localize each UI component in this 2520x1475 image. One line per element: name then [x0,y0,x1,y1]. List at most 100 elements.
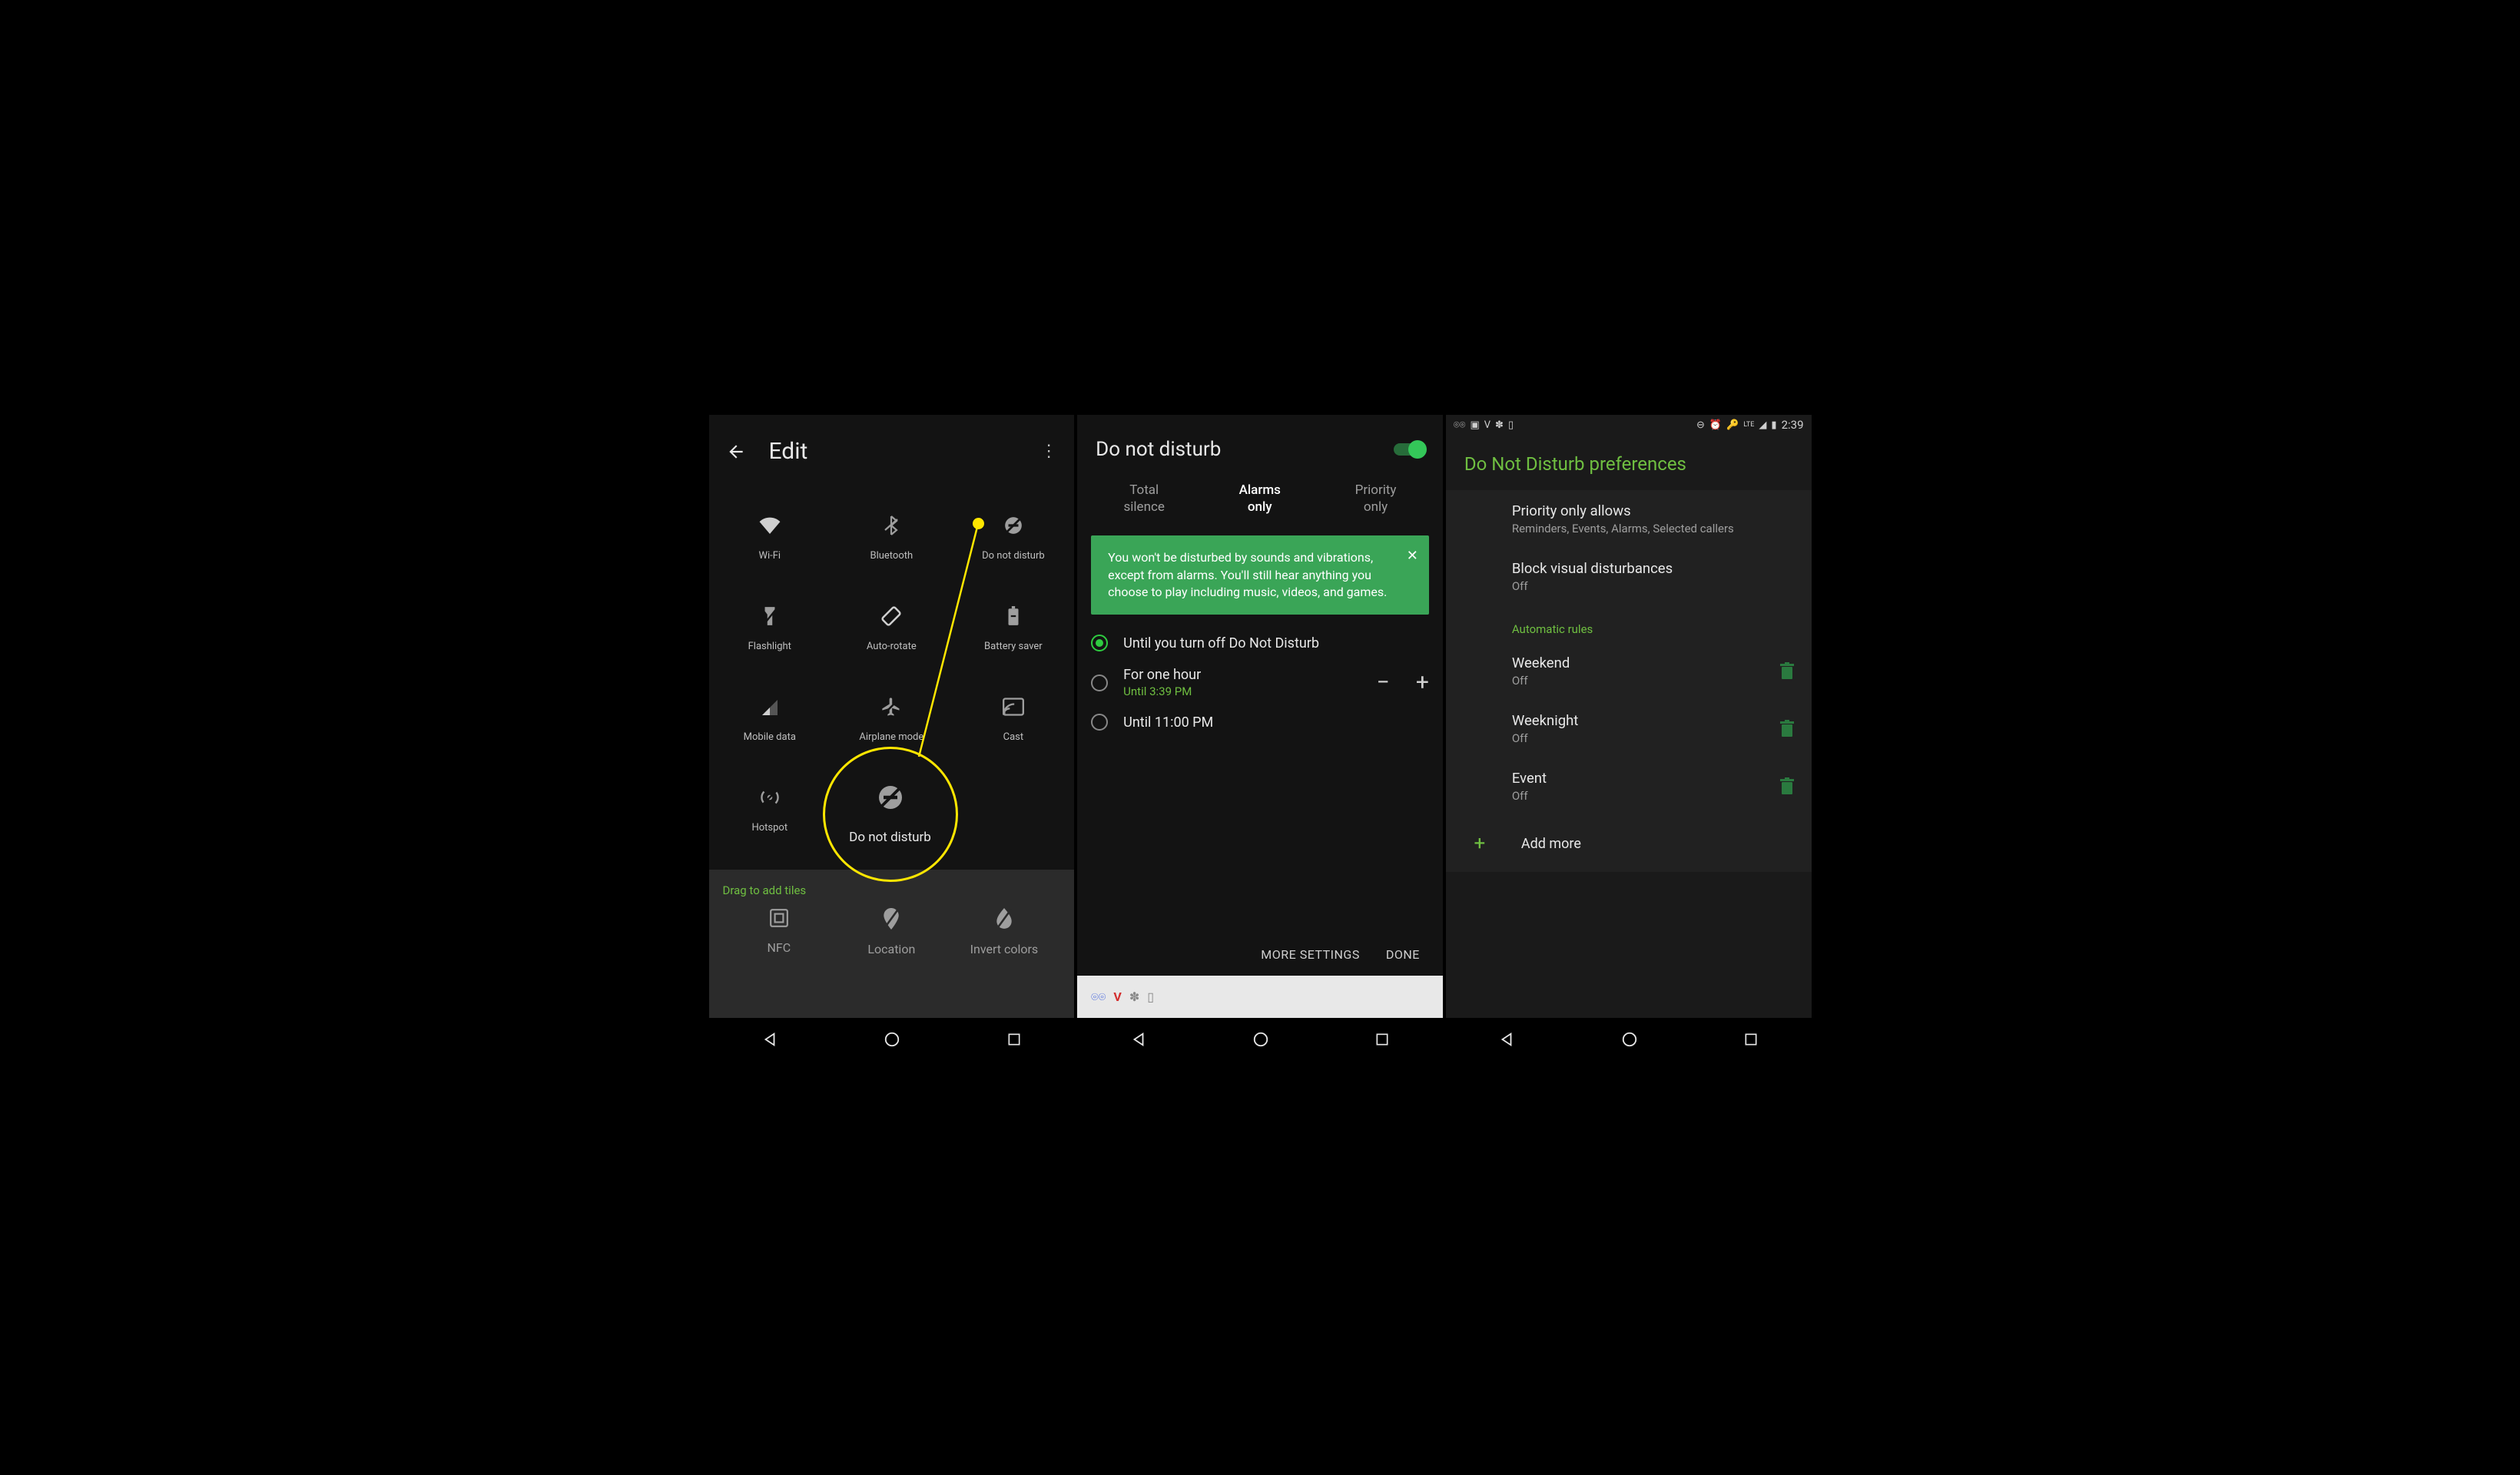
nav-back-icon[interactable] [761,1031,778,1048]
tab-alarms-only[interactable]: Alarmsonly [1232,479,1288,519]
radio-icon [1091,635,1108,651]
sim-icon: ▯ [1147,989,1154,1004]
nav-recent-icon[interactable] [1006,1032,1022,1047]
option-until-off[interactable]: Until you turn off Do Not Disturb [1091,627,1429,659]
action-row: MORE SETTINGS DONE [1077,933,1443,976]
nav-back-icon[interactable] [1498,1031,1515,1048]
close-icon[interactable]: ✕ [1407,546,1418,565]
voicemail-icon: ⌾⌾ [1454,419,1466,431]
tab-total-silence[interactable]: Totalsilence [1116,479,1172,519]
tile-label: Battery saver [984,641,1043,652]
option-label: For one hour [1123,667,1201,683]
tile-grid: Wi-Fi Bluetooth Do not disturb Flashligh… [709,488,1075,870]
tile-label: Auto-rotate [867,641,917,652]
tile-label: Wi-Fi [758,550,781,562]
drag-to-add-section: Drag to add tiles NFC Location Invert co… [709,870,1075,1018]
tile-wifi[interactable]: Wi-Fi [709,492,831,582]
nav-home-icon[interactable] [1252,1031,1269,1048]
tile-battery-saver[interactable]: Battery saver [953,582,1075,673]
sim-icon: ▯ [1508,419,1514,431]
tile-mobile-data[interactable]: Mobile data [709,673,831,764]
add-label: Add more [1521,836,1581,852]
tile-hotspot[interactable]: Hotspot [709,764,831,854]
option-sublabel: Until 3:39 PM [1123,684,1201,698]
dnd-toggle[interactable] [1394,443,1424,456]
rule-weekend[interactable]: Weekend Off [1446,642,1812,700]
bluetooth-off-icon [882,513,900,538]
trash-icon[interactable] [1779,662,1795,681]
status-time: 2:39 [1782,418,1804,432]
page-title: Do Not Disturb preferences [1446,435,1812,490]
tile-label: Mobile data [744,731,796,743]
leaf-icon: ✽ [1495,419,1504,431]
minus-icon[interactable]: − [1377,669,1390,696]
option-label: Until 11:00 PM [1123,714,1213,731]
overflow-menu-icon[interactable]: ⋮ [1040,442,1057,461]
drag-tile-nfc[interactable]: NFC [723,908,836,1000]
pref-priority-allows[interactable]: Priority only allows Reminders, Events, … [1446,490,1812,548]
quick-settings-edit-screen: Edit ⋮ Wi-Fi Bluetooth Do not disturb Fl… [709,415,1075,1060]
dnd-preferences-screen: ⌾⌾ ▣ V ✽ ▯ ⊖ ⏰ 🔑 LTE ◢ ▮ 2:39 Do Not Dis… [1446,415,1812,1060]
add-more-row[interactable]: + Add more [1446,815,1812,872]
notif-icon: V [1484,419,1490,431]
header: Do not disturb [1077,415,1443,475]
dnd-icon: ⊖ [1696,419,1705,431]
dnd-panel-screen: Do not disturb Totalsilence Alarmsonly P… [1077,415,1443,1060]
more-settings-button[interactable]: MORE SETTINGS [1261,947,1360,962]
android-nav-bar [1446,1018,1812,1060]
android-nav-bar [709,1018,1075,1060]
tab-priority-only[interactable]: Priorityonly [1348,479,1404,519]
duration-options: Until you turn off Do Not Disturb For on… [1077,625,1443,740]
done-button[interactable]: DONE [1386,947,1420,962]
rule-weeknight[interactable]: Weeknight Off [1446,700,1812,757]
dnd-tabs: Totalsilence Alarmsonly Priorityonly [1077,475,1443,525]
tile-airplane[interactable]: Airplane mode [831,673,953,764]
nav-back-icon[interactable] [1130,1031,1147,1048]
panel-title: Do not disturb [1096,438,1221,461]
tile-label: Airplane mode [859,731,923,743]
option-until-time[interactable]: Until 11:00 PM [1091,706,1429,738]
image-icon: ▣ [1470,419,1479,431]
drag-tile-invert[interactable]: Invert colors [948,908,1061,1000]
rule-title: Event [1512,770,1793,787]
nav-recent-icon[interactable] [1374,1032,1390,1047]
duration-stepper: − + [1377,669,1429,696]
tile-label: Invert colors [970,942,1039,956]
plus-icon[interactable]: + [1416,669,1429,696]
airplane-off-icon [880,694,902,719]
pref-block-visual[interactable]: Block visual disturbances Off [1446,548,1812,605]
rule-title: Weekend [1512,655,1793,671]
nav-home-icon[interactable] [1621,1031,1638,1048]
alarm-icon: ⏰ [1709,419,1722,431]
tile-label: Cast [1003,731,1024,743]
tile-dnd[interactable]: Do not disturb [953,492,1075,582]
home-status-strip: ⌾⌾ V ✽ ▯ [1077,976,1443,1018]
nav-recent-icon[interactable] [1743,1032,1759,1047]
tile-flashlight[interactable]: Flashlight [709,582,831,673]
trash-icon[interactable] [1779,777,1795,796]
battery-icon [1007,604,1020,628]
drag-section-title: Drag to add tiles [723,883,1061,897]
option-one-hour[interactable]: For one hour Until 3:39 PM − + [1091,659,1429,706]
nfc-icon [769,908,789,928]
tile-label: Bluetooth [870,550,913,562]
tile-label: Hotspot [751,822,788,834]
nav-home-icon[interactable] [884,1031,900,1048]
notif-icon: V [1113,989,1121,1004]
lte-icon: LTE [1743,421,1754,429]
signal-icon: ◢ [1759,419,1766,431]
drag-tile-location[interactable]: Location [835,908,948,1000]
tile-label: NFC [767,940,791,955]
status-bar: ⌾⌾ ▣ V ✽ ▯ ⊖ ⏰ 🔑 LTE ◢ ▮ 2:39 [1446,415,1812,435]
back-icon[interactable] [726,442,746,462]
tile-auto-rotate[interactable]: Auto-rotate [831,582,953,673]
tile-bluetooth[interactable]: Bluetooth [831,492,953,582]
radio-icon [1091,714,1108,731]
trash-icon[interactable] [1779,720,1795,738]
rule-event[interactable]: Event Off [1446,757,1812,815]
voicemail-icon: ⌾⌾ [1091,989,1106,1005]
rule-title: Weeknight [1512,712,1793,729]
tile-label: Do not disturb [982,550,1045,562]
info-text: You won't be disturbed by sounds and vib… [1108,550,1387,599]
tile-cast[interactable]: Cast [953,673,1075,764]
